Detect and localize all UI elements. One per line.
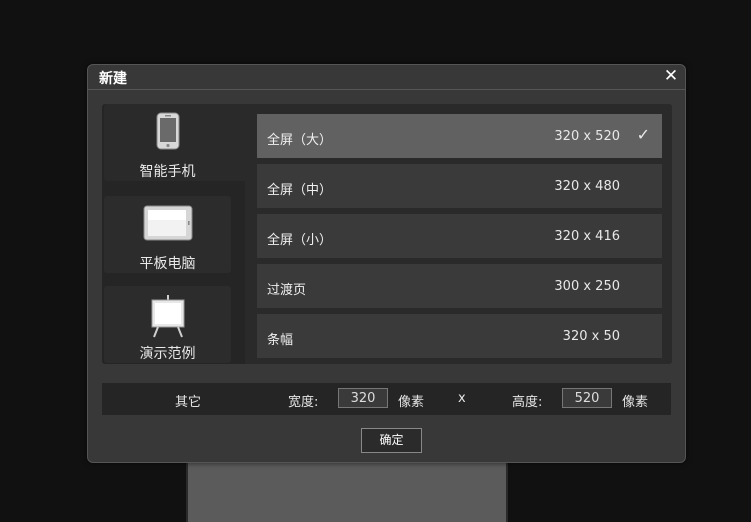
preset-name: 全屏（大）	[267, 133, 333, 148]
dialog-content: 智能手机 平板电脑 演示范例 全屏（大） 320 x 520 ✓ 全屏（中） 3…	[102, 104, 672, 364]
device-item-presentation[interactable]: 演示范例	[104, 286, 231, 363]
preset-name: 全屏（中）	[267, 183, 333, 198]
preset-size: 320 x 50	[562, 329, 620, 344]
preset-size: 320 x 480	[554, 179, 620, 194]
device-label: 平板电脑	[139, 256, 196, 272]
preset-size: 300 x 250	[554, 279, 620, 294]
background-canvas	[186, 455, 508, 522]
size-separator: x	[458, 391, 466, 406]
preset-row[interactable]: 过渡页 300 x 250	[257, 264, 662, 308]
dialog-titlebar: 新建 ✕	[88, 65, 685, 90]
preset-row[interactable]: 全屏（中） 320 x 480	[257, 164, 662, 208]
preset-row[interactable]: 全屏（小） 320 x 416	[257, 214, 662, 258]
width-unit: 像素	[398, 395, 425, 410]
dialog-title: 新建	[99, 71, 127, 87]
height-unit: 像素	[622, 395, 649, 410]
preset-row[interactable]: 全屏（大） 320 x 520 ✓	[257, 114, 662, 158]
ok-button[interactable]: 确定	[361, 428, 422, 453]
custom-size-bar: 其它 宽度: 像素 x 高度: 像素	[102, 383, 671, 415]
device-label: 智能手机	[139, 164, 196, 180]
preset-row[interactable]: 条幅 320 x 50	[257, 314, 662, 358]
preset-panel: 全屏（大） 320 x 520 ✓ 全屏（中） 320 x 480 全屏（小） …	[245, 104, 672, 364]
preset-name: 过渡页	[267, 283, 307, 298]
new-dialog: 新建 ✕ 智能手机 平板电脑 演示范例 全屏（大） 320 x 520 ✓ 全屏…	[87, 64, 686, 463]
presentation-easel-icon	[104, 294, 231, 338]
tablet-icon	[104, 204, 231, 244]
height-input[interactable]	[562, 388, 612, 408]
device-list: 智能手机 平板电脑 演示范例	[102, 104, 247, 364]
preset-size: 320 x 416	[554, 229, 620, 244]
device-label: 演示范例	[139, 346, 196, 362]
other-label: 其它	[175, 395, 202, 410]
preset-size: 320 x 520	[554, 129, 620, 144]
device-item-tablet[interactable]: 平板电脑	[104, 196, 231, 273]
height-label: 高度:	[512, 395, 543, 410]
width-label: 宽度:	[288, 395, 319, 410]
device-item-smartphone[interactable]: 智能手机	[104, 104, 247, 181]
close-icon[interactable]: ✕	[661, 66, 681, 86]
preset-name: 条幅	[267, 333, 294, 348]
check-icon: ✓	[636, 125, 650, 144]
width-input[interactable]	[338, 388, 388, 408]
smartphone-icon	[88, 112, 247, 152]
preset-name: 全屏（小）	[267, 233, 333, 248]
